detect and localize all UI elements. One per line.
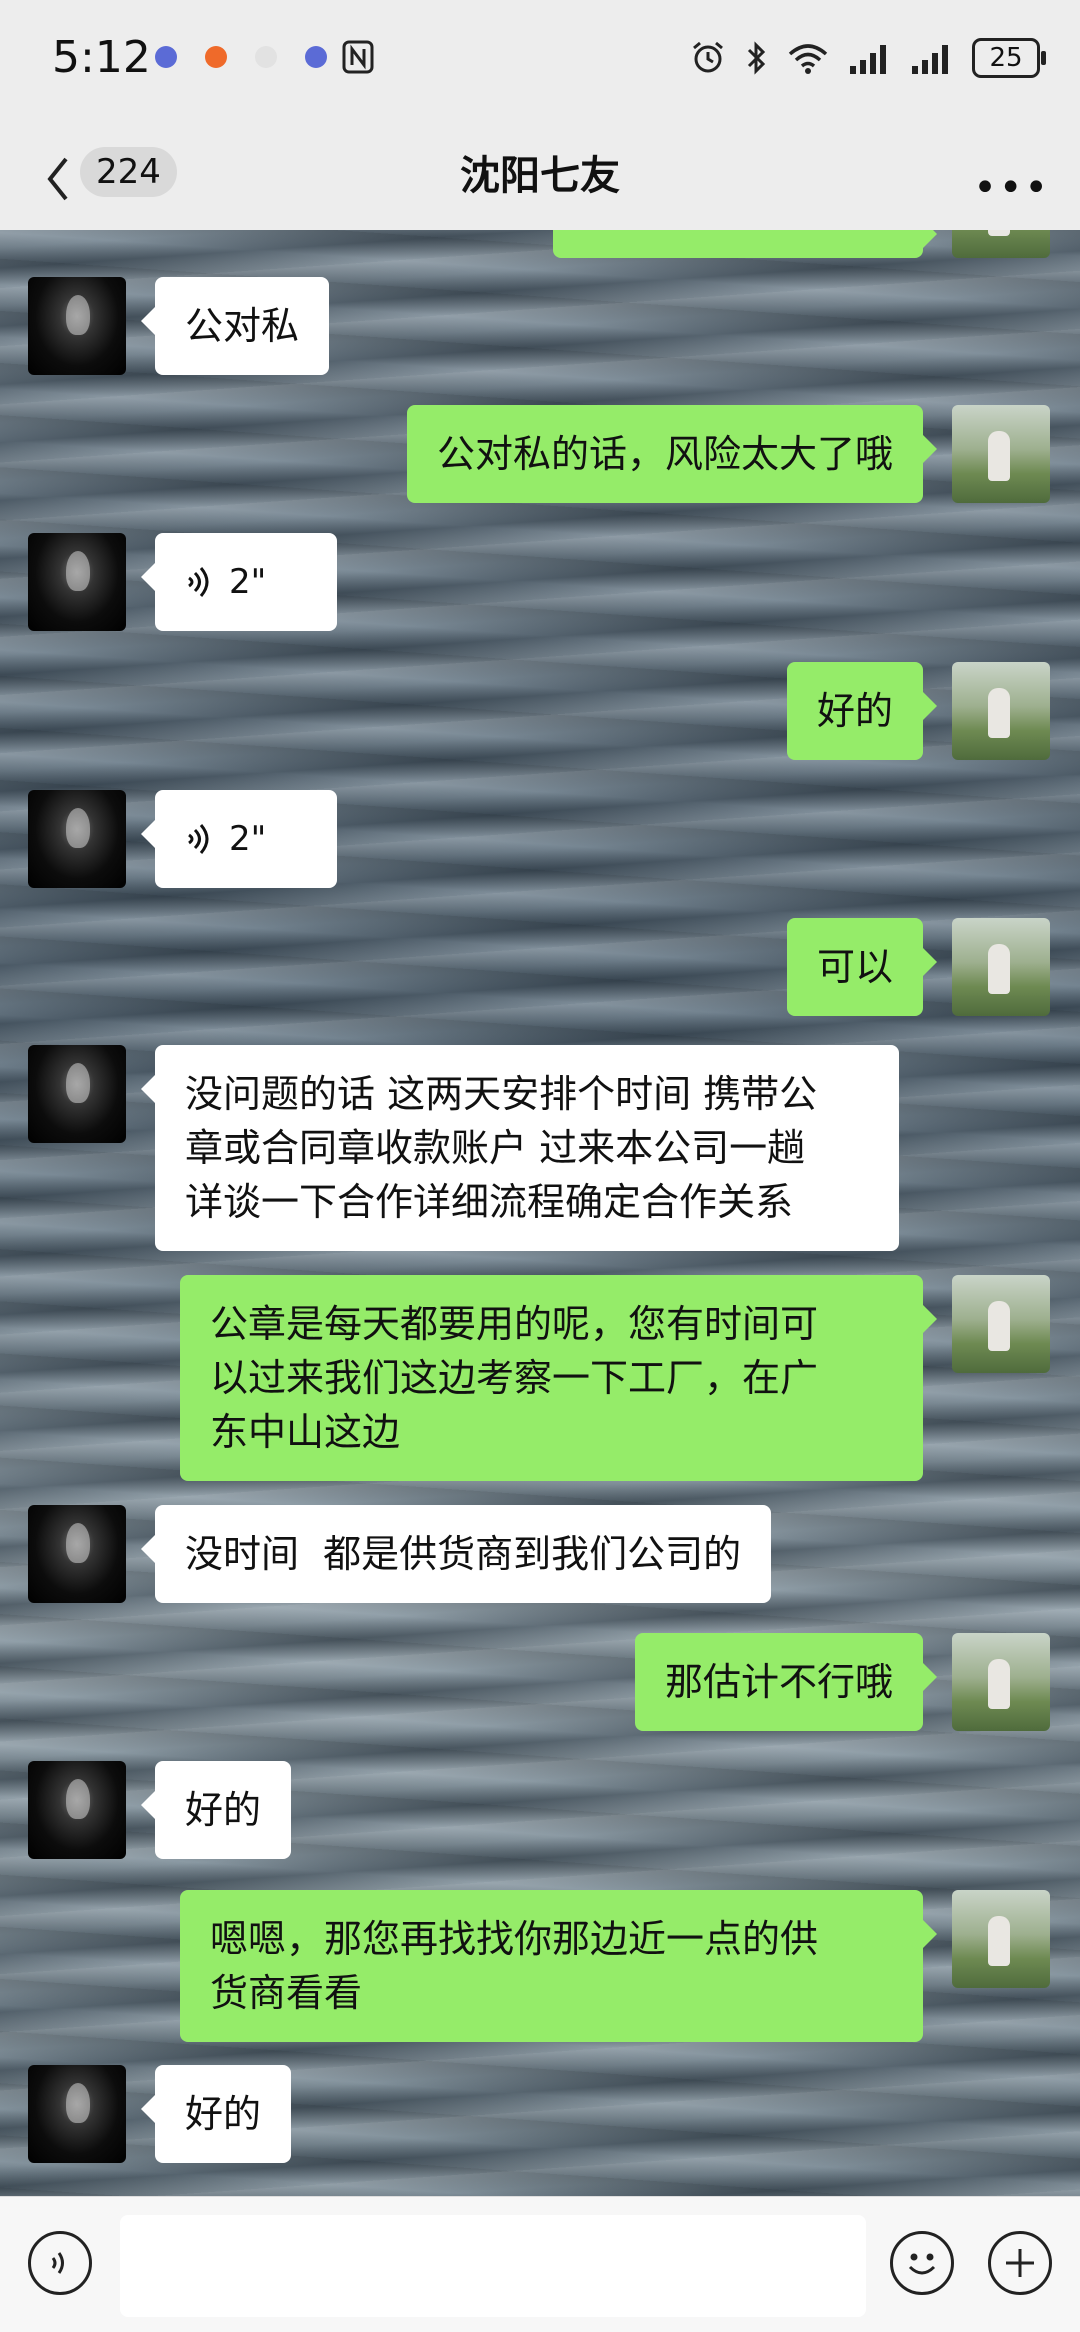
message-bubble[interactable]: 没时间 都是供货商到我们公司的 (140, 1505, 772, 1603)
voice-message-bubble[interactable]: 2" (141, 790, 337, 888)
message-line: 章或合同章收款账户 过来本公司一趟 (185, 1126, 806, 1170)
message-bubble[interactable]: 好的 (140, 1761, 292, 1859)
chat-title: 沈阳七友 (460, 153, 620, 199)
message-bubble[interactable]: 嗯嗯，那您再找找你那边近一点的供 货商看看 (180, 1890, 937, 2042)
message-line: 没问题的话 这两天安排个时间 携带公 (185, 1072, 818, 1116)
contact-avatar[interactable] (28, 1045, 126, 1143)
contact-avatar[interactable] (28, 1761, 126, 1859)
message-line: 详谈一下合作详细流程确定合作关系 (185, 1180, 794, 1224)
own-avatar[interactable] (952, 918, 1050, 1016)
message-bubble[interactable]: 公对私 (140, 277, 330, 375)
message-line: 以过来我们这边考察一下工厂，在广 (210, 1356, 819, 1400)
message-bubble[interactable]: 公对私的话，风险太大了哦 (406, 405, 938, 503)
notification-icon (155, 46, 177, 68)
message-line: 东中山这边 (210, 1410, 401, 1454)
voice-icon (188, 567, 209, 597)
status-bar: 5:12 25 (0, 0, 1080, 125)
bluetooth-icon (747, 41, 766, 75)
voice-icon (51, 2252, 64, 2274)
own-avatar[interactable] (952, 1275, 1050, 1373)
voice-icon (188, 824, 209, 854)
own-avatar[interactable] (952, 405, 1050, 503)
nfc-icon (342, 40, 374, 74)
notification-icon (305, 46, 327, 68)
message-line: 货商看看 (210, 1971, 363, 2015)
emoji-icon (908, 2253, 936, 2275)
signal-icon (850, 45, 886, 74)
own-avatar[interactable] (952, 1633, 1050, 1731)
message-input[interactable] (120, 2215, 866, 2317)
input-bar (0, 2196, 1080, 2332)
message-line: 公章是每天都要用的呢，您有时间可 (210, 1302, 819, 1346)
message-bubble[interactable]: 好的 (786, 662, 938, 760)
own-avatar[interactable] (952, 230, 1050, 258)
contact-avatar[interactable] (28, 790, 126, 888)
more-functions-button[interactable] (988, 2231, 1052, 2295)
message-bubble[interactable]: 好的 (140, 2065, 292, 2163)
wifi-icon (788, 44, 828, 74)
message-bubble[interactable]: 那估计不行哦 (634, 1633, 938, 1731)
own-avatar[interactable] (952, 662, 1050, 760)
emoji-button[interactable] (890, 2231, 954, 2295)
message-bubble[interactable]: 公章是每天都要用的呢，您有时间可 以过来我们这边考察一下工厂，在广 东中山这边 (180, 1275, 937, 1481)
message-line: 嗯嗯，那您再找找你那边近一点的供 (210, 1917, 819, 1961)
plus-icon (1006, 2249, 1034, 2277)
voice-input-button[interactable] (28, 2231, 92, 2295)
contact-avatar[interactable] (28, 1505, 126, 1603)
chat-area[interactable]: 公对私 公对私的话，风险太大了哦 2" 好的 2" 可以 没问题的话 这两天安排… (0, 230, 1080, 2196)
own-avatar[interactable] (952, 1890, 1050, 1988)
message-bubble[interactable]: 没问题的话 这两天安排个时间 携带公 章或合同章收款账户 过来本公司一趟 详谈一… (141, 1045, 899, 1251)
contact-avatar[interactable] (28, 533, 126, 631)
more-icon[interactable]: ••• (973, 165, 1050, 211)
notification-icon (205, 46, 227, 68)
voice-duration: 2" (229, 819, 267, 859)
contact-avatar[interactable] (28, 2065, 126, 2163)
signal-icon (912, 45, 948, 74)
message-bubble-partial (553, 230, 937, 258)
voice-duration: 2" (229, 562, 267, 602)
chat-header: 224 沈阳七友 ••• (0, 125, 1080, 230)
voice-message-bubble[interactable]: 2" (141, 533, 337, 631)
notification-icon (255, 46, 277, 68)
alarm-icon (693, 41, 723, 73)
status-time: 5:12 (52, 32, 151, 83)
battery-icon: 25 (972, 38, 1046, 78)
contact-avatar[interactable] (28, 277, 126, 375)
message-bubble[interactable]: 可以 (786, 918, 938, 1016)
